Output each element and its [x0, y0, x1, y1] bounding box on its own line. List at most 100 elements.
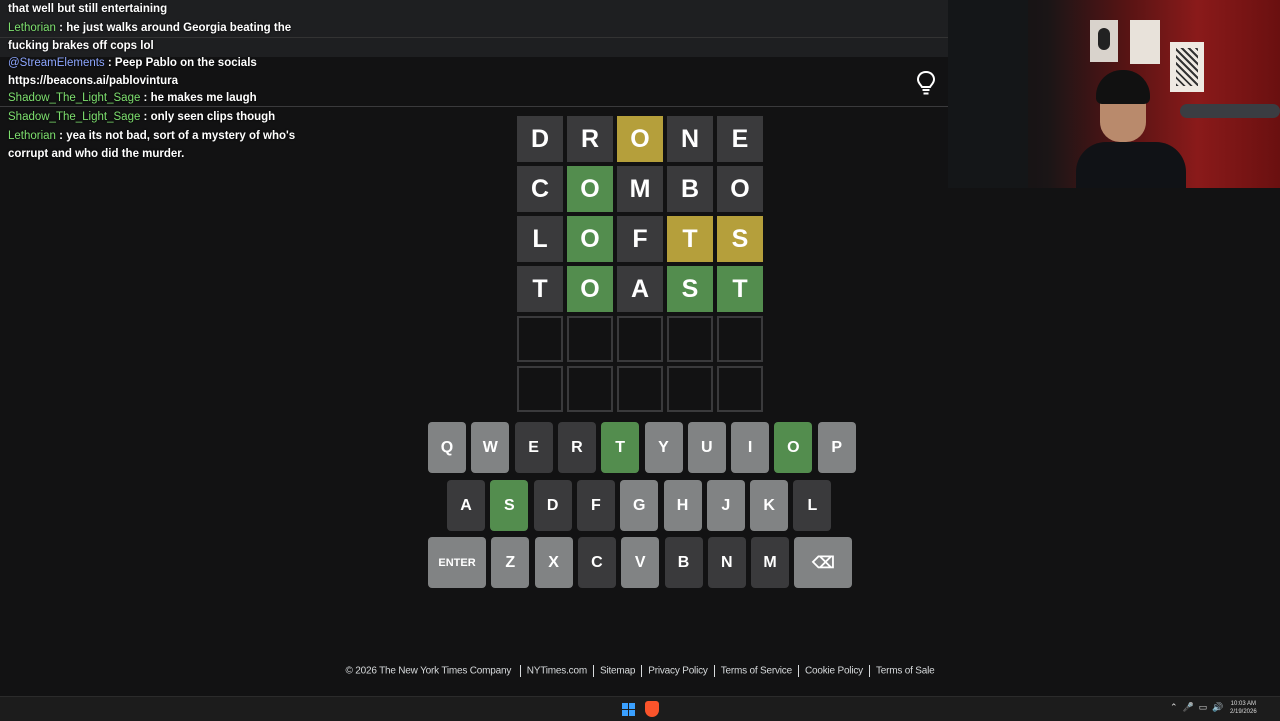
chat-username: @StreamElements: [8, 57, 105, 69]
backspace-icon[interactable]: ⌫: [794, 537, 853, 588]
webcam-feed: [948, 0, 1280, 188]
board-tile: M: [617, 166, 663, 212]
clock-time: 10:03 AM: [1230, 701, 1257, 707]
board-tile: [717, 366, 763, 412]
board-tile: S: [717, 216, 763, 262]
taskbar: ⌃ 🎤 ▭ 🔊 10:03 AM 2/19/2026: [0, 696, 1280, 721]
board-tile: B: [667, 166, 713, 212]
board-tile: S: [667, 266, 713, 312]
key-a[interactable]: A: [447, 480, 485, 531]
board-tile: T: [667, 216, 713, 262]
key-d[interactable]: D: [533, 480, 572, 531]
board-tile: [617, 316, 663, 362]
key-v[interactable]: V: [621, 537, 660, 588]
footer: © 2026 The New York Times Company NYTime…: [0, 665, 1280, 677]
key-s[interactable]: S: [490, 480, 529, 531]
key-k[interactable]: K: [750, 480, 789, 531]
footer-link[interactable]: Privacy Policy: [648, 666, 708, 677]
windows-start-icon[interactable]: [622, 703, 635, 716]
wall-art: [1090, 20, 1118, 62]
taskbar-clock[interactable]: 10:03 AM 2/19/2026: [1230, 700, 1257, 716]
footer-link[interactable]: Terms of Sale: [876, 666, 935, 677]
footer-link[interactable]: Cookie Policy: [805, 666, 863, 677]
chat-message: Lethorian : he just walks around Georgia…: [8, 22, 292, 52]
footer-copyright: © 2026 The New York Times Company: [345, 665, 512, 677]
board-tile: [667, 316, 713, 362]
board-tile: O: [617, 116, 663, 162]
key-m[interactable]: M: [751, 537, 790, 588]
chat-text: he makes me laugh: [150, 92, 257, 104]
microphone-arm: [1180, 104, 1280, 118]
chat-message: that well but still entertaining: [8, 0, 167, 18]
board-tile: O: [567, 166, 613, 212]
key-z[interactable]: Z: [491, 537, 530, 588]
board-tile: F: [617, 216, 663, 262]
board-tile: O: [567, 266, 613, 312]
chat-message: Shadow_The_Light_Sage : only seen clips …: [8, 111, 276, 123]
chat-username: Shadow_The_Light_Sage: [8, 92, 141, 104]
key-w[interactable]: W: [471, 422, 510, 473]
board-tile: E: [717, 116, 763, 162]
board-tile: [517, 366, 563, 412]
footer-separator: [641, 665, 643, 677]
board-tile: R: [567, 116, 613, 162]
board-tile: [617, 366, 663, 412]
key-o[interactable]: O: [774, 422, 813, 473]
wall-art: [1130, 20, 1160, 64]
chat-text: only seen clips though: [150, 111, 276, 123]
footer-separator: [713, 665, 715, 677]
key-e[interactable]: E: [514, 422, 553, 473]
board-tile: L: [517, 216, 563, 262]
key-i[interactable]: I: [731, 422, 770, 473]
streamer: [1076, 70, 1186, 188]
chat-message: Lethorian : yea its not bad, sort of a m…: [8, 130, 296, 160]
footer-link[interactable]: Terms of Service: [721, 666, 792, 677]
board-tile: [667, 366, 713, 412]
key-r[interactable]: R: [557, 422, 596, 473]
key-b[interactable]: B: [664, 537, 703, 588]
board-tile: C: [517, 166, 563, 212]
key-n[interactable]: N: [707, 537, 746, 588]
key-f[interactable]: F: [576, 480, 615, 531]
clock-date: 2/19/2026: [1230, 709, 1257, 715]
key-x[interactable]: X: [534, 537, 573, 588]
board-tile: O: [567, 216, 613, 262]
lightbulb-icon[interactable]: [915, 70, 937, 96]
chat-username: Lethorian: [8, 130, 56, 142]
key-p[interactable]: P: [817, 422, 856, 473]
board-tile: [567, 316, 613, 362]
key-g[interactable]: G: [620, 480, 659, 531]
board-tile: T: [517, 266, 563, 312]
key-y[interactable]: Y: [644, 422, 683, 473]
footer-separator: [797, 665, 799, 677]
key-h[interactable]: H: [663, 480, 702, 531]
key-q[interactable]: Q: [428, 422, 466, 473]
chat-message: Shadow_The_Light_Sage : he makes me laug…: [8, 92, 257, 104]
board-tile: [567, 366, 613, 412]
key-t[interactable]: T: [601, 422, 640, 473]
footer-link[interactable]: Sitemap: [600, 666, 635, 677]
board-tile: D: [517, 116, 563, 162]
board-tile: [717, 316, 763, 362]
key-l[interactable]: L: [793, 480, 832, 531]
chat-message: @StreamElements : Peep Pablo on the soci…: [8, 57, 257, 87]
enter-key[interactable]: ENTER: [428, 537, 486, 588]
chat-username: Shadow_The_Light_Sage: [8, 111, 141, 123]
chat-text: that well but still entertaining: [8, 3, 168, 15]
footer-separator: [868, 665, 870, 677]
footer-link[interactable]: NYTimes.com: [527, 666, 587, 677]
brave-browser-icon[interactable]: [645, 701, 659, 717]
key-c[interactable]: C: [577, 537, 616, 588]
board-tile: T: [717, 266, 763, 312]
board-tile: A: [617, 266, 663, 312]
board-tile: N: [667, 116, 713, 162]
footer-separator: [592, 665, 594, 677]
chat-username: Lethorian: [8, 22, 56, 34]
board-tile: [517, 316, 563, 362]
footer-separator: [519, 665, 521, 677]
system-tray-icons[interactable]: ⌃ 🎤 ▭ 🔊: [1170, 702, 1223, 713]
key-u[interactable]: U: [687, 422, 726, 473]
board-tile: O: [717, 166, 763, 212]
key-j[interactable]: J: [706, 480, 745, 531]
webcam-left-wall: [948, 0, 1028, 188]
